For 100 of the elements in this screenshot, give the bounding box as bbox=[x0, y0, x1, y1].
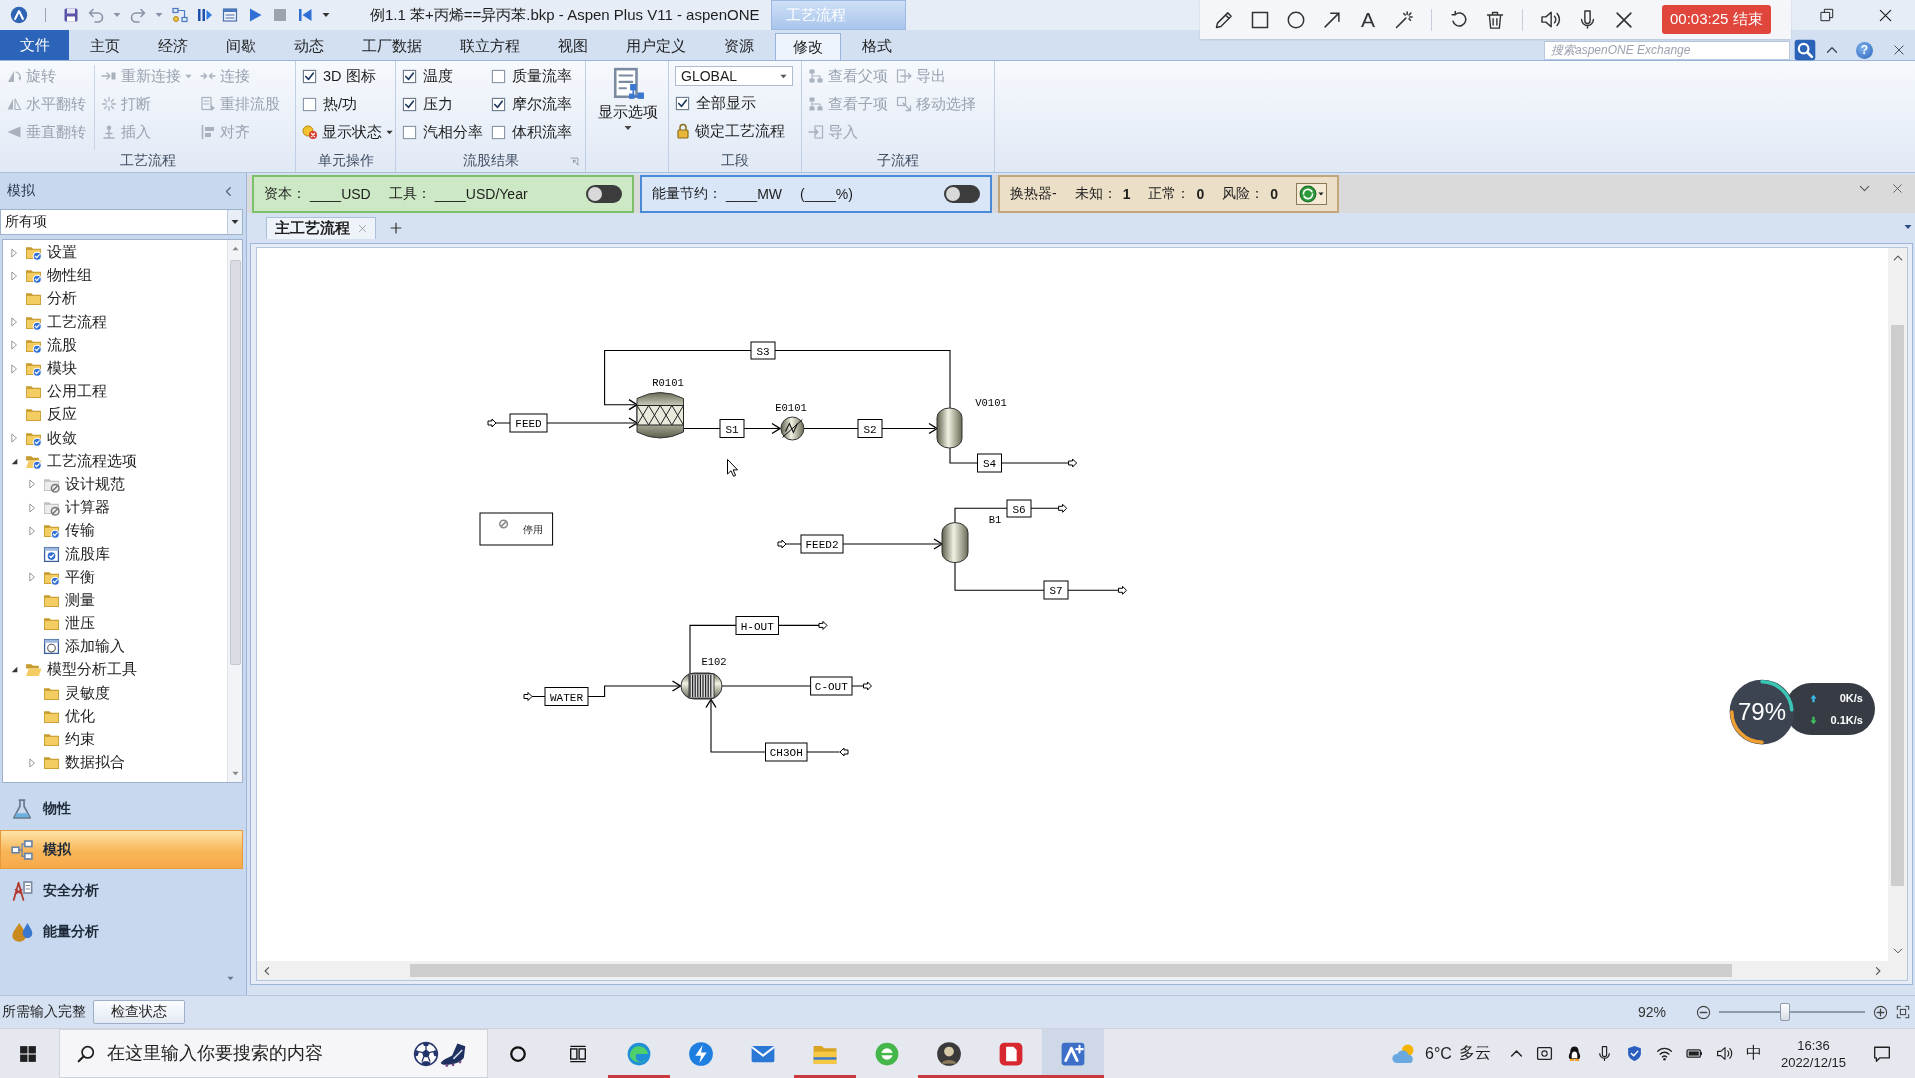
tree-item[interactable]: 工艺流程选项 bbox=[47, 451, 137, 471]
check-status-button[interactable]: 检查状态 bbox=[93, 1000, 185, 1024]
chevron-up-icon[interactable] bbox=[1509, 1047, 1523, 1060]
expand-arrow-icon[interactable] bbox=[9, 247, 19, 258]
fit-icon[interactable] bbox=[1896, 1005, 1910, 1019]
scroll-up-icon[interactable] bbox=[231, 245, 239, 252]
scroll-thumb[interactable] bbox=[1891, 325, 1904, 886]
tree-item[interactable]: 数据拟合 bbox=[65, 753, 125, 773]
checkbox[interactable] bbox=[302, 68, 317, 84]
checkbox[interactable] bbox=[402, 124, 417, 140]
app-logo-icon[interactable] bbox=[10, 6, 28, 24]
menu-tab[interactable]: 联立方程 bbox=[443, 33, 537, 60]
expand-arrow-icon[interactable] bbox=[9, 363, 19, 374]
tree-item[interactable]: 添加输入 bbox=[65, 637, 125, 657]
tree-item[interactable]: 反应 bbox=[47, 405, 77, 425]
menu-tab[interactable]: 间歇 bbox=[209, 33, 273, 60]
tree-item[interactable]: 物性组 bbox=[47, 266, 92, 286]
tree-item[interactable]: 泄压 bbox=[65, 614, 95, 634]
nav-item[interactable]: 安全分析 bbox=[0, 871, 243, 910]
search-field[interactable]: 搜索aspenONE Exchange bbox=[1544, 40, 1790, 60]
clock-time[interactable]: 16:36 bbox=[1797, 1036, 1830, 1054]
play-icon[interactable] bbox=[247, 7, 263, 23]
scroll-down-icon[interactable] bbox=[1892, 946, 1903, 956]
zoom-out-icon[interactable] bbox=[1696, 1004, 1711, 1020]
rectangle-icon[interactable] bbox=[1250, 9, 1270, 30]
close-icon[interactable] bbox=[1878, 7, 1893, 23]
nav-item[interactable]: 模拟 bbox=[0, 830, 243, 869]
search-box[interactable]: 在这里输入你要搜索的内容 bbox=[59, 1029, 488, 1078]
checkbox[interactable] bbox=[675, 95, 690, 111]
status-menu-button[interactable] bbox=[1296, 183, 1327, 205]
ribbon-button[interactable]: 显示选项 bbox=[592, 65, 664, 151]
tree-item[interactable]: 优化 bbox=[65, 706, 95, 726]
input-method[interactable]: 中 bbox=[1745, 1043, 1762, 1064]
taskbar-app[interactable] bbox=[1042, 1029, 1104, 1078]
document-tab[interactable]: 主工艺流程 bbox=[266, 217, 376, 239]
checkbox-option[interactable]: 汽相分率 bbox=[402, 121, 483, 143]
checkbox-option[interactable]: 摩尔流率 bbox=[491, 93, 572, 115]
section-dropdown[interactable]: GLOBAL bbox=[675, 66, 793, 86]
checkbox-option[interactable]: 压力 bbox=[402, 93, 483, 115]
nav-item[interactable]: 能量分析 bbox=[0, 912, 243, 951]
arrow-icon[interactable] bbox=[1322, 9, 1342, 30]
tree-item[interactable]: 传输 bbox=[65, 521, 95, 541]
expand-arrow-icon[interactable] bbox=[9, 340, 19, 351]
close-icon[interactable] bbox=[1614, 9, 1634, 30]
menu-tab[interactable]: 格式 bbox=[845, 33, 909, 60]
tree-item[interactable]: 收敛 bbox=[47, 428, 77, 448]
text-tool[interactable]: A bbox=[1358, 7, 1378, 32]
checkbox[interactable] bbox=[491, 96, 506, 112]
weather-condition[interactable]: 多云 bbox=[1458, 1043, 1491, 1064]
filter-dropdown[interactable]: 所有项 bbox=[0, 209, 243, 235]
close-icon[interactable] bbox=[1893, 44, 1905, 56]
menu-tab[interactable]: 经济 bbox=[141, 33, 205, 60]
menu-tab[interactable]: 修改 bbox=[775, 33, 841, 60]
tree-item[interactable]: 模型分析工具 bbox=[47, 660, 137, 680]
circle-icon[interactable] bbox=[1286, 9, 1306, 30]
speaker-icon[interactable] bbox=[1540, 9, 1561, 30]
tree-item[interactable]: 设置 bbox=[47, 243, 77, 263]
checkbox-option[interactable]: 体积流率 bbox=[491, 121, 572, 143]
checkbox[interactable] bbox=[402, 96, 417, 112]
tree-item[interactable]: 约束 bbox=[65, 730, 95, 750]
expand-arrow-icon[interactable] bbox=[27, 572, 37, 583]
flowchart-icon[interactable] bbox=[172, 7, 188, 23]
tree-item[interactable]: 灵敏度 bbox=[65, 683, 110, 703]
redo-icon[interactable] bbox=[130, 7, 146, 23]
scroll-down-icon[interactable] bbox=[231, 770, 239, 777]
add-tab-icon[interactable] bbox=[390, 222, 402, 234]
checkbox[interactable] bbox=[491, 68, 506, 84]
undo-icon[interactable] bbox=[1449, 9, 1469, 30]
menu-tab[interactable]: 用户定义 bbox=[609, 33, 703, 60]
tree-item[interactable]: 分析 bbox=[47, 289, 77, 309]
expand-arrow-icon[interactable] bbox=[27, 525, 37, 536]
save-icon[interactable] bbox=[63, 7, 79, 23]
shield-icon[interactable] bbox=[1625, 1045, 1643, 1062]
run-step-icon[interactable] bbox=[197, 7, 213, 23]
scroll-thumb[interactable] bbox=[229, 260, 241, 665]
wifi-icon[interactable] bbox=[1655, 1045, 1673, 1062]
expand-arrow-icon[interactable] bbox=[9, 317, 19, 328]
expand-arrow-icon[interactable] bbox=[27, 757, 37, 768]
menu-tab[interactable]: 视图 bbox=[541, 33, 605, 60]
restore-icon[interactable] bbox=[1820, 8, 1834, 22]
tree-item[interactable]: 工艺流程 bbox=[47, 312, 107, 332]
checkbox[interactable] bbox=[491, 124, 506, 140]
expand-arrow-icon[interactable] bbox=[9, 270, 19, 281]
caret-icon[interactable] bbox=[322, 11, 330, 19]
trash-icon[interactable] bbox=[1485, 9, 1505, 30]
slider-thumb[interactable] bbox=[1779, 1003, 1790, 1021]
clock-date[interactable]: 2022/12/15 bbox=[1780, 1053, 1846, 1071]
menu-tab[interactable]: 文件 bbox=[0, 30, 69, 60]
scroll-right-icon[interactable] bbox=[1873, 965, 1883, 976]
checkbox-option[interactable]: 质量流率 bbox=[491, 65, 572, 87]
chevron-up-icon[interactable] bbox=[1826, 44, 1838, 56]
notification-icon[interactable] bbox=[1873, 1044, 1891, 1063]
speaker-icon[interactable] bbox=[1715, 1045, 1733, 1062]
pencil-icon[interactable] bbox=[1214, 9, 1234, 30]
tree-item[interactable]: 流股 bbox=[47, 335, 77, 355]
ribbon-button[interactable]: 显示状态 bbox=[302, 121, 393, 143]
menu-tab[interactable]: 工厂数据 bbox=[345, 33, 439, 60]
checkbox-option[interactable]: 温度 bbox=[402, 65, 483, 87]
tree-item[interactable]: 模块 bbox=[47, 359, 77, 379]
checkbox[interactable] bbox=[302, 96, 317, 112]
